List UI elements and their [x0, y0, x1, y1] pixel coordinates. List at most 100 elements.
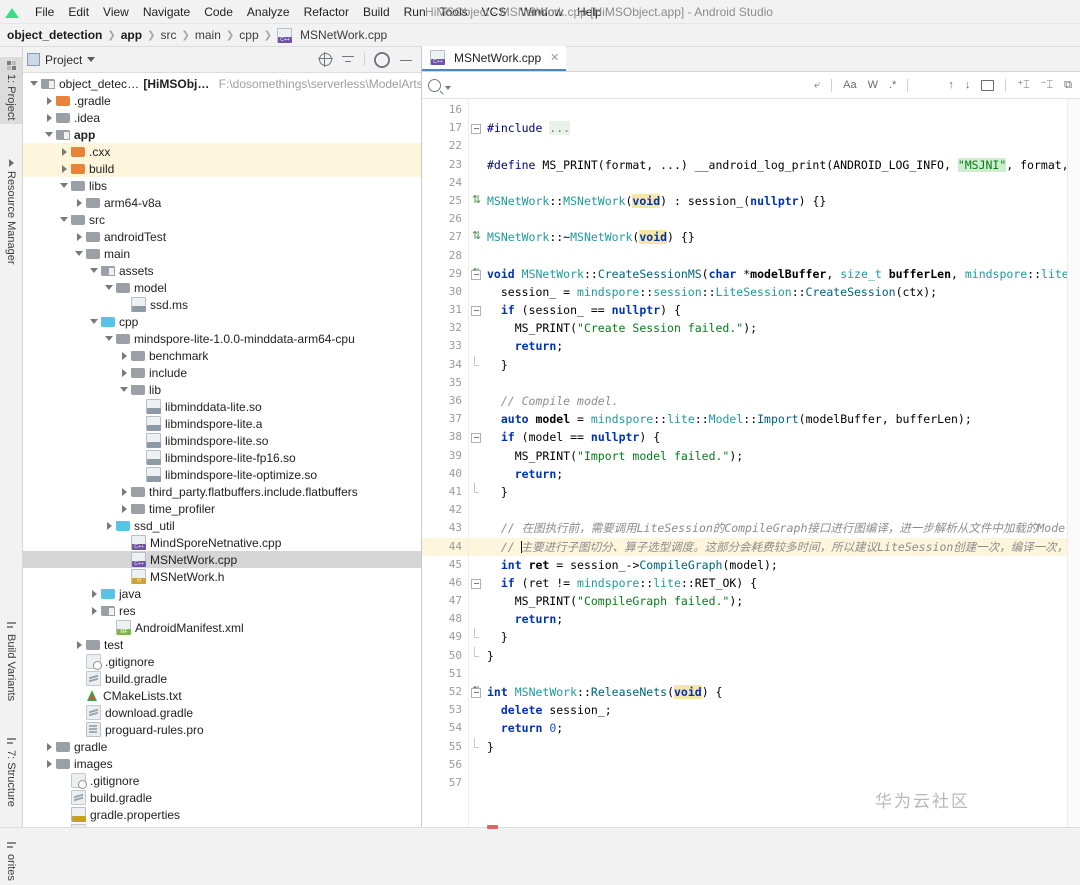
fold-marker-slot[interactable]: [469, 210, 483, 228]
code-line[interactable]: session_ = mindspore::session::LiteSessi…: [483, 283, 1080, 301]
menu-item-analyze[interactable]: Analyze: [240, 3, 297, 21]
remove-selection-icon[interactable]: ⁻⌶: [1041, 78, 1053, 92]
code-line[interactable]: }: [483, 628, 1080, 646]
breadcrumb-item-main[interactable]: main: [192, 28, 224, 42]
expand-arrow-icon[interactable]: [44, 95, 55, 106]
tree-node[interactable]: app: [23, 126, 421, 143]
collapse-arrow-icon[interactable]: [89, 265, 100, 276]
editor-tab-msnetwork-cpp[interactable]: C++ MSNetWork.cpp ✕: [422, 46, 566, 71]
tool-tab-build-variants[interactable]: Build Variants: [0, 617, 22, 705]
scroll-from-source-icon[interactable]: [319, 53, 332, 66]
fold-marker-slot[interactable]: [469, 701, 483, 719]
expand-arrow-icon[interactable]: [119, 503, 130, 514]
code-line[interactable]: [483, 756, 1080, 774]
tree-node[interactable]: libminddata-lite.so: [23, 398, 421, 415]
tree-node[interactable]: main: [23, 245, 421, 262]
expand-arrow-icon[interactable]: [104, 520, 115, 531]
fold-marker-slot[interactable]: [469, 556, 483, 574]
menu-item-file[interactable]: File: [28, 3, 61, 21]
tree-node[interactable]: C++MindSporeNetnative.cpp: [23, 534, 421, 551]
regex-wrap-icon[interactable]: ⤶: [814, 79, 820, 92]
fold-marker-slot[interactable]: [469, 519, 483, 537]
tree-node[interactable]: gradle.properties: [23, 806, 421, 823]
add-selection-icon[interactable]: ⁺⌶: [1017, 78, 1029, 92]
tree-node[interactable]: time_profiler: [23, 500, 421, 517]
fold-marker-slot[interactable]: [469, 137, 483, 155]
gear-icon[interactable]: [374, 52, 390, 68]
tree-node[interactable]: HMSNetWork.h: [23, 568, 421, 585]
fold-collapse-icon[interactable]: [471, 270, 481, 280]
fold-expand-icon[interactable]: [471, 124, 481, 134]
tool-tab-resource-manager[interactable]: Resource Manager: [0, 155, 22, 269]
breadcrumb-item-app[interactable]: app: [118, 28, 145, 42]
tree-node[interactable]: .idea: [23, 109, 421, 126]
fold-marker-slot[interactable]: [469, 501, 483, 519]
collapse-arrow-icon[interactable]: [89, 316, 100, 327]
code-line[interactable]: MS_PRINT("Create Session failed.");: [483, 319, 1080, 337]
tree-node[interactable]: CMakeLists.txt: [23, 687, 421, 704]
code-line[interactable]: // 在图执行前，需要调用LiteSession的CompileGraph接口进…: [483, 519, 1080, 537]
expand-arrow-icon[interactable]: [59, 146, 70, 157]
fold-marker-slot[interactable]: [469, 283, 483, 301]
tree-node[interactable]: build: [23, 160, 421, 177]
breadcrumb-item-cpp[interactable]: cpp: [236, 28, 261, 42]
expand-arrow-icon[interactable]: [119, 367, 130, 378]
search-input[interactable]: [428, 75, 814, 95]
code-line[interactable]: void MSNetWork::CreateSessionMS(char *mo…: [483, 265, 1080, 283]
minimize-icon[interactable]: [399, 53, 413, 67]
expand-arrow-icon[interactable]: [89, 588, 100, 599]
fold-marker-slot[interactable]: [469, 665, 483, 683]
breadcrumb-item-src[interactable]: src: [157, 28, 179, 42]
code-line[interactable]: return;: [483, 337, 1080, 355]
code-line[interactable]: [483, 174, 1080, 192]
find-next-icon[interactable]: ↓: [965, 79, 971, 91]
fold-marker-slot[interactable]: [469, 192, 483, 210]
menu-item-vcs[interactable]: VCS: [475, 3, 514, 21]
menu-item-navigate[interactable]: Navigate: [136, 3, 197, 21]
tree-node[interactable]: third_party.flatbuffers.include.flatbuff…: [23, 483, 421, 500]
tree-node[interactable]: .gradle: [23, 92, 421, 109]
code-line[interactable]: if (session_ == nullptr) {: [483, 301, 1080, 319]
breadcrumb-item-object_detection[interactable]: object_detection: [4, 28, 105, 42]
code-line[interactable]: #include ...: [483, 119, 1080, 137]
code-line[interactable]: #define MS_PRINT(format, ...) __android_…: [483, 156, 1080, 174]
fold-marker-slot[interactable]: [469, 319, 483, 337]
code-line[interactable]: [483, 374, 1080, 392]
tree-node[interactable]: images: [23, 755, 421, 772]
expand-arrow-icon[interactable]: [44, 741, 55, 752]
collapse-arrow-icon[interactable]: [59, 214, 70, 225]
fold-marker-slot[interactable]: [469, 428, 483, 446]
fold-marker-slot[interactable]: [469, 410, 483, 428]
fold-marker-slot[interactable]: [469, 738, 483, 756]
expand-arrow-icon[interactable]: [119, 350, 130, 361]
menu-item-refactor[interactable]: Refactor: [297, 3, 356, 21]
fold-marker-slot[interactable]: [469, 610, 483, 628]
code-line[interactable]: [483, 665, 1080, 683]
find-previous-icon[interactable]: ↑: [948, 79, 954, 91]
tree-node[interactable]: assets: [23, 262, 421, 279]
tree-node[interactable]: src: [23, 211, 421, 228]
close-icon[interactable]: ✕: [550, 51, 559, 64]
tree-node[interactable]: gradle: [23, 738, 421, 755]
project-tree[interactable]: object_detection[HiMSObject]F:\dosomethi…: [23, 73, 421, 834]
menu-item-build[interactable]: Build: [356, 3, 397, 21]
expand-arrow-icon[interactable]: [44, 112, 55, 123]
expand-arrow-icon[interactable]: [119, 486, 130, 497]
tree-node[interactable]: proguard-rules.pro: [23, 721, 421, 738]
code-editor[interactable]: 1617222324252627282930313233343536373839…: [422, 99, 1080, 834]
fold-marker-slot[interactable]: [469, 756, 483, 774]
tree-node[interactable]: libmindspore-lite-optimize.so: [23, 466, 421, 483]
code-line[interactable]: // 主要进行子图切分、算子选型调度。这部分会耗费较多时间，所以建议LiteSe…: [483, 538, 1080, 556]
tree-node[interactable]: cpp: [23, 313, 421, 330]
tree-node[interactable]: .cxx: [23, 143, 421, 160]
menu-item-window[interactable]: Window: [513, 3, 570, 21]
expand-arrow-icon[interactable]: [74, 231, 85, 242]
tree-node[interactable]: benchmark: [23, 347, 421, 364]
fold-collapse-icon[interactable]: [471, 688, 481, 698]
project-panel-title-group[interactable]: Project: [27, 53, 95, 67]
collapse-all-icon[interactable]: [341, 53, 355, 67]
code-line[interactable]: if (ret != mindspore::lite::RET_OK) {: [483, 574, 1080, 592]
fold-marker-slot[interactable]: [469, 647, 483, 665]
code-line[interactable]: }: [483, 647, 1080, 665]
code-line[interactable]: return;: [483, 465, 1080, 483]
